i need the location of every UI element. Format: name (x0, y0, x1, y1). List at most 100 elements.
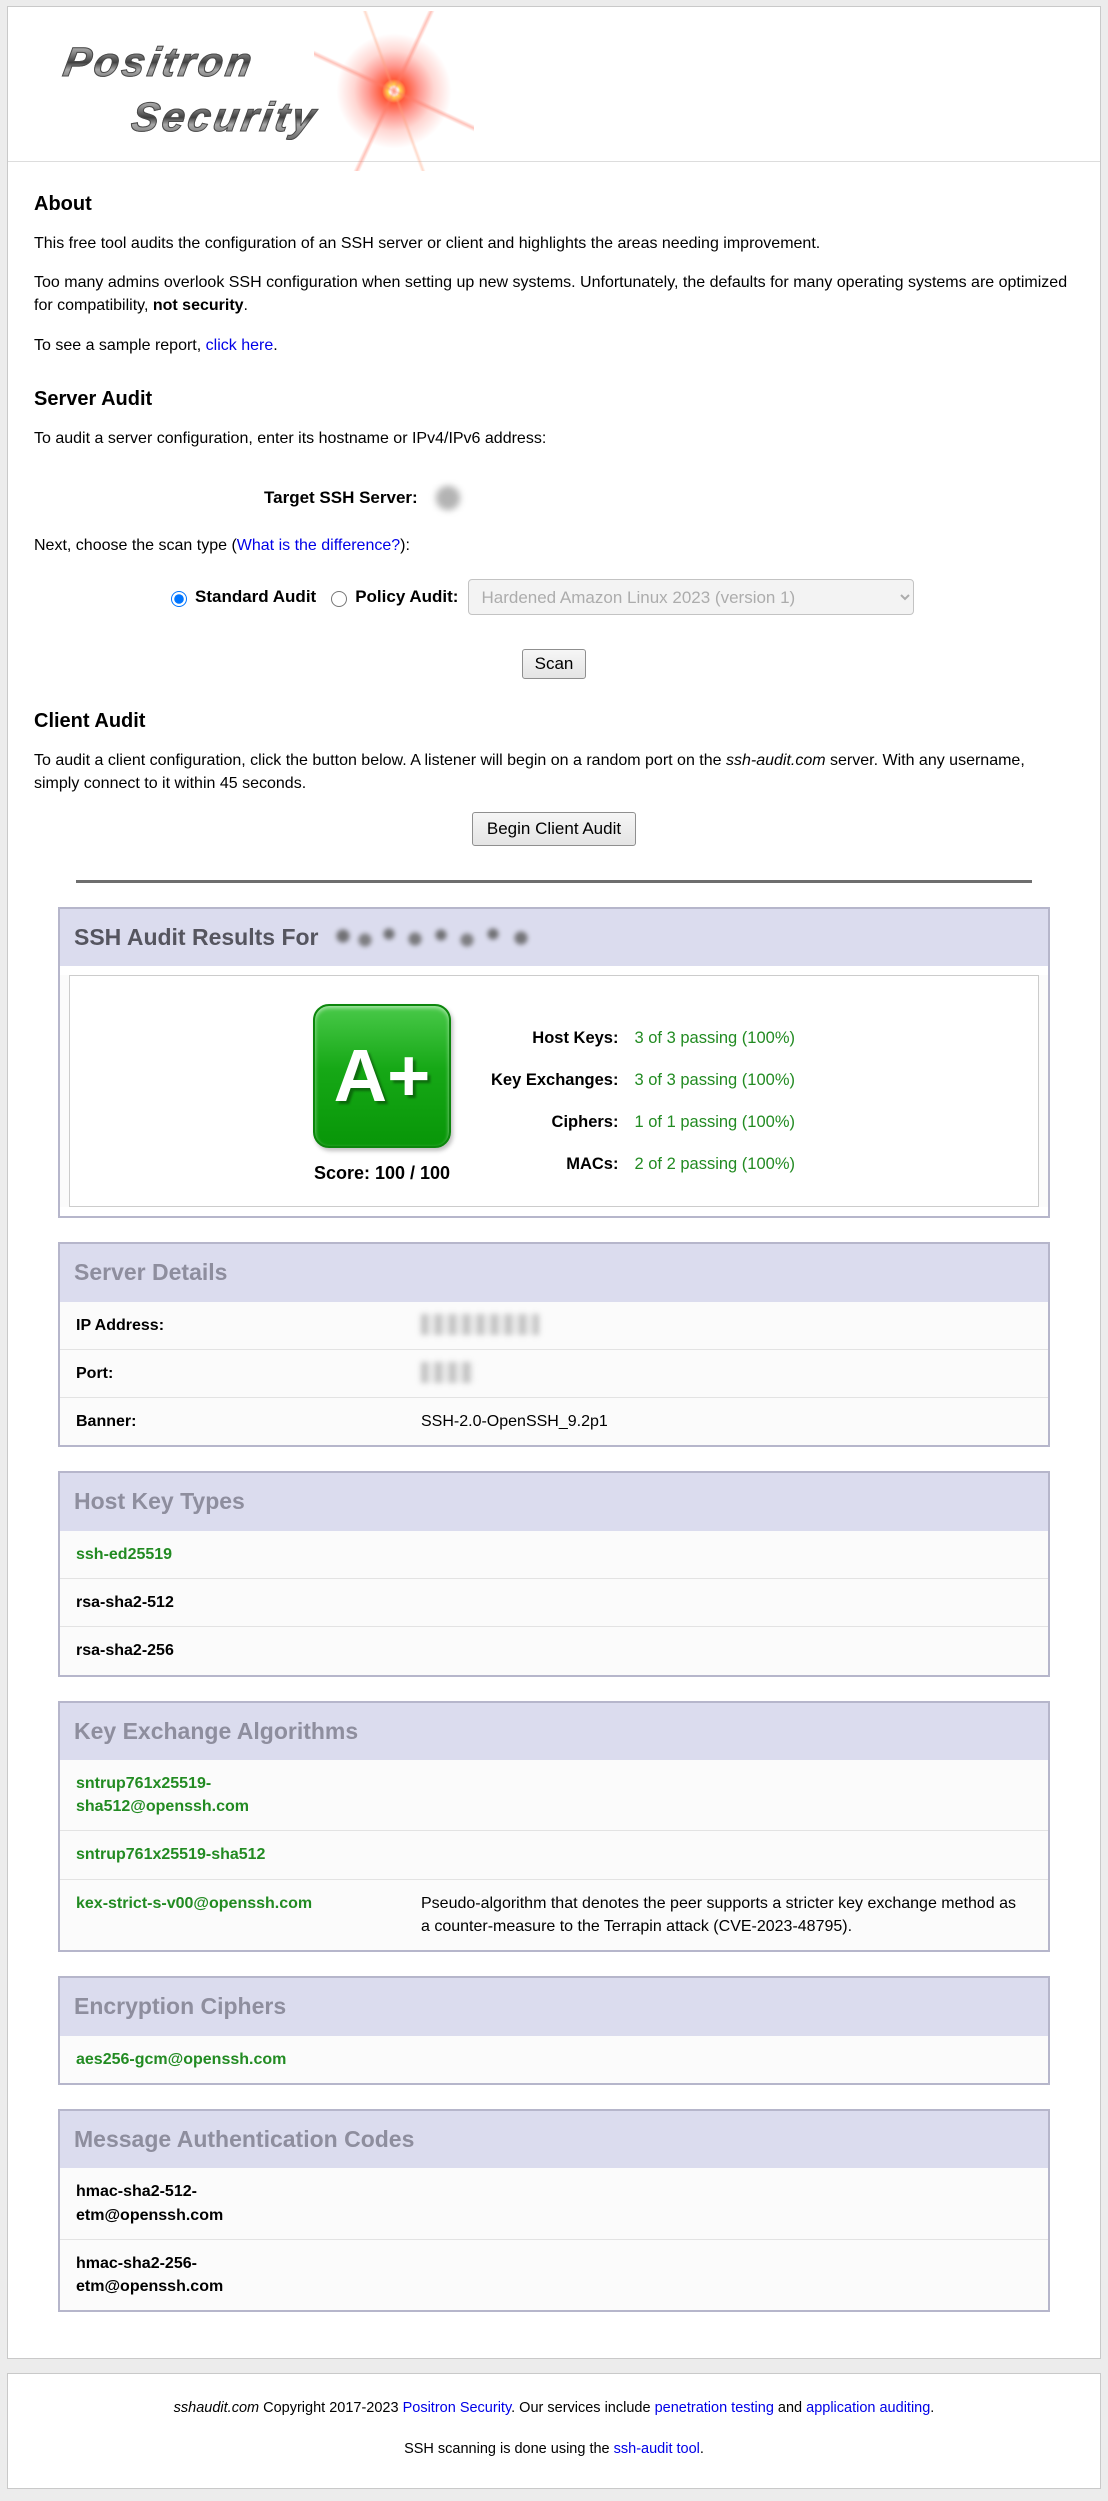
algorithm-note (421, 1591, 1032, 1614)
positron-security-link[interactable]: Positron Security (403, 2400, 512, 2416)
algorithm-note (421, 1843, 1032, 1866)
scan-type-text-end: ): (400, 537, 410, 554)
host-key-types-body: ssh-ed25519 rsa-sha2-512 rsa-sha2-256 (60, 1531, 1048, 1675)
footer-line1-period: . (930, 2400, 934, 2416)
host-key-row: rsa-sha2-256 (60, 1626, 1048, 1674)
server-details-row: Port: (60, 1349, 1048, 1397)
stats-row: MACs: 2 of 2 passing (100%) (491, 1144, 795, 1186)
mac-row: hmac-sha2-256-etm@openssh.com (60, 2239, 1048, 2310)
page-content: About This free tool audits the configur… (8, 192, 1100, 846)
footer-line-1: sshaudit.com Copyright 2017-2023 Positro… (18, 2398, 1090, 2419)
stats-row: Ciphers: 1 of 1 passing (100%) (491, 1102, 795, 1144)
footer-services-text: . Our services include (511, 2400, 654, 2416)
ssh-audit-tool-link[interactable]: ssh-audit tool (614, 2441, 700, 2457)
main-container: Positron Security About This free tool a… (7, 6, 1101, 2359)
algorithm-name-cell: sntrup761x25519-sha512@openssh.com (76, 1772, 421, 1818)
macs-body: hmac-sha2-512-etm@openssh.com hmac-sha2-… (60, 2168, 1048, 2310)
detail-value-redacted (421, 1314, 539, 1335)
standard-audit-radio[interactable] (171, 591, 187, 607)
scan-type-prompt: Next, choose the scan type (What is the … (34, 534, 1074, 557)
target-server-label: Target SSH Server: (264, 486, 418, 511)
footer-scanning-text: SSH scanning is done using the (404, 2441, 614, 2457)
detail-label: Banner: (76, 1410, 421, 1433)
stats-label: Key Exchanges: (491, 1060, 634, 1102)
encryption-ciphers-header: Encryption Ciphers (60, 1978, 1048, 2036)
mac-row: hmac-sha2-512-etm@openssh.com (60, 2168, 1048, 2238)
about-p3-period: . (273, 337, 277, 354)
algorithm-note (421, 2252, 1032, 2298)
algorithm-name: rsa-sha2-256 (76, 1639, 174, 1662)
results-stats-table: Host Keys: 3 of 3 passing (100%) Key Exc… (491, 1018, 795, 1186)
results-panel-title: SSH Audit Results For (74, 924, 319, 952)
server-details-header: Server Details (60, 1244, 1048, 1302)
policy-audit-radio[interactable] (331, 591, 347, 607)
about-paragraph-1: This free tool audits the configuration … (34, 232, 1074, 255)
scan-type-difference-link[interactable]: What is the difference? (237, 537, 400, 554)
algorithm-name: rsa-sha2-512 (76, 1591, 174, 1614)
stats-label: Host Keys: (491, 1018, 634, 1060)
detail-label: IP Address: (76, 1314, 421, 1337)
policy-audit-label: Policy Audit: (355, 585, 458, 610)
ssh-audit-domain: ssh-audit.com (726, 752, 826, 769)
detail-value-redacted (421, 1362, 473, 1383)
macs-header: Message Authentication Codes (60, 2111, 1048, 2169)
server-details-row: IP Address: (60, 1302, 1048, 1349)
sample-report-text: To see a sample report, (34, 337, 206, 354)
section-divider (76, 880, 1032, 883)
client-audit-text: To audit a client configuration, click t… (34, 749, 1074, 795)
cipher-row: aes256-gcm@openssh.com (60, 2036, 1048, 2083)
stats-value: 3 of 3 passing (100%) (634, 1018, 795, 1060)
detail-value: SSH-2.0-OpenSSH_9.2p1 (421, 1410, 608, 1433)
key-exchange-body: sntrup761x25519-sha512@openssh.com sntru… (60, 1760, 1048, 1950)
logo-word-security: Security (127, 88, 323, 147)
detail-label: Port: (76, 1362, 421, 1385)
target-server-input-redacted[interactable] (426, 478, 812, 518)
grade-column: A+ Score: 100 / 100 (313, 1004, 451, 1186)
footer-and-text: and (774, 2400, 806, 2416)
positron-security-logo[interactable]: Positron Security (36, 19, 496, 149)
stats-value: 3 of 3 passing (100%) (634, 1060, 795, 1102)
algorithm-name-cell: hmac-sha2-512-etm@openssh.com (76, 2180, 421, 2226)
begin-client-audit-button[interactable]: Begin Client Audit (472, 812, 636, 846)
application-auditing-link[interactable]: application auditing (806, 2400, 930, 2416)
client-audit-text-start: To audit a client configuration, click t… (34, 752, 726, 769)
key-exchange-row: sntrup761x25519-sha512@openssh.com (60, 1760, 1048, 1830)
algorithm-note (421, 2180, 1032, 2226)
site-header: Positron Security (8, 7, 1100, 162)
stats-value: 1 of 1 passing (100%) (634, 1102, 795, 1144)
algorithm-name-cell: kex-strict-s-v00@openssh.com (76, 1892, 421, 1938)
scan-type-text: Next, choose the scan type ( (34, 537, 237, 554)
policy-select[interactable]: Hardened Amazon Linux 2023 (version 1) (468, 579, 914, 615)
key-exchange-row: kex-strict-s-v00@openssh.com Pseudo-algo… (60, 1879, 1048, 1950)
starburst-icon (314, 11, 474, 171)
stats-value: 2 of 2 passing (100%) (634, 1144, 795, 1186)
algorithm-name: hmac-sha2-256-etm@openssh.com (76, 2252, 326, 2298)
about-paragraph-2: Too many admins overlook SSH configurati… (34, 271, 1074, 317)
stats-row: Host Keys: 3 of 3 passing (100%) (491, 1018, 795, 1060)
score-text: Score: 100 / 100 (313, 1160, 451, 1186)
algorithm-note (421, 1543, 1032, 1566)
logo-word-positron: Positron (59, 33, 260, 92)
key-exchange-row: sntrup761x25519-sha512 (60, 1830, 1048, 1878)
footer-line-2: SSH scanning is done using the ssh-audit… (18, 2439, 1090, 2460)
grade-badge: A+ (313, 1004, 451, 1148)
penetration-testing-link[interactable]: penetration testing (655, 2400, 774, 2416)
encryption-ciphers-body: aes256-gcm@openssh.com (60, 2036, 1048, 2083)
algorithm-name-cell: sntrup761x25519-sha512 (76, 1843, 421, 1866)
algorithm-name-cell: rsa-sha2-512 (76, 1591, 421, 1614)
algorithm-name: aes256-gcm@openssh.com (76, 2048, 286, 2071)
algorithm-name: sntrup761x25519-sha512@openssh.com (76, 1772, 326, 1818)
about-heading: About (34, 192, 1074, 216)
scan-button[interactable]: Scan (522, 649, 587, 679)
footer-line2-period: . (700, 2441, 704, 2457)
host-key-row: rsa-sha2-512 (60, 1578, 1048, 1626)
sample-report-link[interactable]: click here (206, 337, 274, 354)
stats-label: Ciphers: (491, 1102, 634, 1144)
host-key-types-header: Host Key Types (60, 1473, 1048, 1531)
algorithm-name: ssh-ed25519 (76, 1543, 172, 1566)
client-audit-heading: Client Audit (34, 709, 1074, 733)
macs-panel: Message Authentication Codes hmac-sha2-5… (58, 2109, 1050, 2312)
footer-domain: sshaudit.com (174, 2400, 259, 2416)
results-panel-header: SSH Audit Results For (60, 909, 1048, 967)
algorithm-note (421, 1639, 1032, 1662)
